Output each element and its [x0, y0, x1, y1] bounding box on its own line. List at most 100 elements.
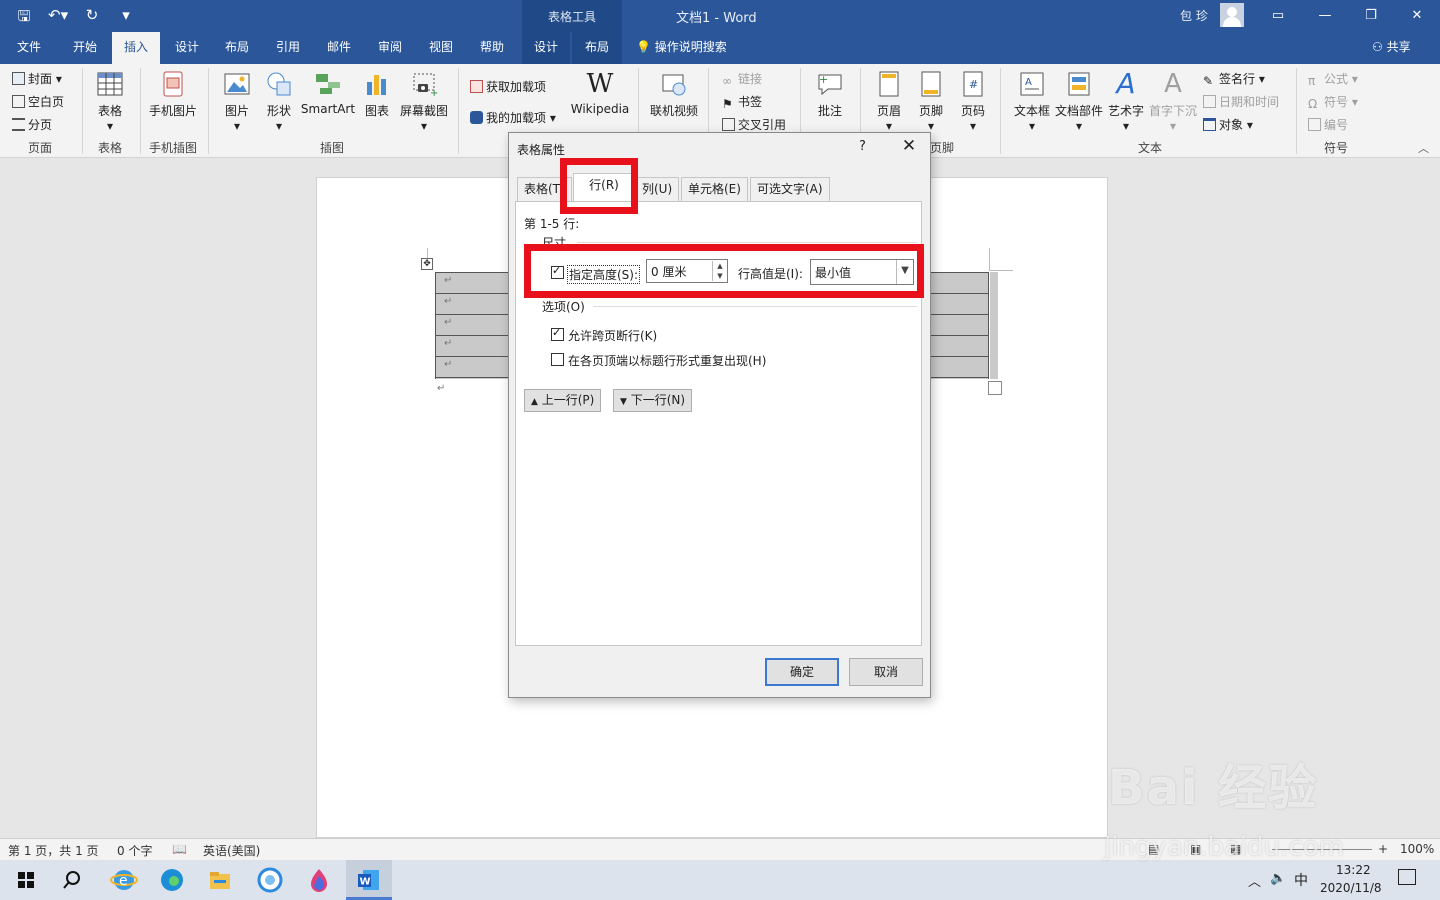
zoom-level[interactable]: 100% [1400, 842, 1434, 856]
share-button[interactable]: ⚇ 共享 [1372, 32, 1411, 62]
tab-insert[interactable]: 插入 [112, 32, 160, 64]
smartart-button[interactable]: SmartArt [300, 70, 356, 116]
object-button[interactable]: 对象 ▾ [1203, 116, 1253, 133]
comment-button[interactable]: + 批注 [810, 70, 850, 119]
number-button[interactable]: 编号 [1308, 116, 1348, 133]
ribbon-tabs: 文件 开始 插入 设计 布局 引用 邮件 审阅 视图 帮助 设计 布局 💡 操作… [0, 32, 1440, 64]
notification-icon[interactable] [1398, 869, 1416, 885]
user-name[interactable]: 包 珍 [1180, 7, 1208, 24]
dialog-help-button[interactable]: ? [859, 139, 866, 154]
header-button[interactable]: 页眉 ▾ [870, 70, 908, 133]
picture-button[interactable]: 图片 ▾ [218, 70, 256, 133]
clock-date[interactable]: 2020/11/8 [1320, 881, 1382, 895]
tab-design[interactable]: 设计 [164, 32, 210, 64]
cancel-button[interactable]: 取消 [849, 658, 923, 686]
footer-icon [921, 71, 941, 97]
table-move-handle[interactable]: ✥ [421, 258, 433, 270]
ok-button[interactable]: 确定 [765, 658, 839, 686]
customize-icon[interactable]: ▾ [116, 6, 136, 31]
table-row: ↵ [436, 336, 512, 357]
language[interactable]: 英语(美国) [203, 842, 260, 859]
repeat-header-label[interactable]: 在各页顶端以标题行形式重复出现(H) [568, 352, 766, 369]
allow-break-label[interactable]: 允许跨页断行(K) [568, 327, 657, 344]
tab-mailings[interactable]: 邮件 [316, 32, 362, 64]
chart-button[interactable]: 图表 [360, 70, 394, 119]
close-window-button[interactable]: ✕ [1402, 4, 1432, 28]
divider [1296, 68, 1297, 154]
tab-table-layout[interactable]: 布局 [572, 32, 622, 64]
my-addins-button[interactable]: 我的加载项 ▾ [470, 109, 556, 126]
bookmark-button[interactable]: ⚑ 书签 [722, 93, 762, 111]
page-break-button[interactable]: 分页 [12, 116, 52, 133]
shapes-button[interactable]: 形状 ▾ [260, 70, 298, 133]
footer-button[interactable]: 页脚 ▾ [912, 70, 950, 133]
search-icon[interactable] [58, 866, 86, 894]
zoom-in-icon[interactable]: + [1378, 842, 1388, 856]
repeat-header-checkbox[interactable] [551, 353, 564, 366]
tab-cell[interactable]: 单元格(E) [681, 177, 748, 201]
page-number-button[interactable]: # 页码 ▾ [954, 70, 992, 133]
collapse-ribbon-icon[interactable]: ︿ [1418, 140, 1429, 156]
edge-icon[interactable] [158, 866, 186, 894]
online-video-button[interactable]: 联机视频 [646, 70, 702, 119]
page-count[interactable]: 第 1 页，共 1 页 [8, 842, 99, 859]
redo-icon[interactable]: ↻ [82, 6, 102, 31]
tab-table-design[interactable]: 设计 [522, 32, 570, 64]
undo-icon[interactable]: ↶▾ [48, 6, 68, 31]
proofing-icon[interactable]: 📖 [172, 842, 187, 856]
ie-icon[interactable]: e [110, 866, 138, 894]
browser-icon[interactable] [256, 866, 284, 894]
drop-cap-label: 首字下沉 [1148, 104, 1197, 118]
tab-home[interactable]: 开始 [62, 32, 108, 64]
date-time-button[interactable]: 日期和时间 [1203, 93, 1279, 110]
save-icon[interactable]: 🖫 [14, 6, 34, 31]
quick-parts-button[interactable]: 文档部件 ▾ [1054, 70, 1104, 133]
wordart-button[interactable]: A 艺术字 ▾ [1106, 70, 1146, 134]
word-icon[interactable]: W [355, 866, 383, 894]
avatar[interactable] [1220, 3, 1244, 27]
equation-button[interactable]: π 公式 ▾ [1308, 70, 1358, 88]
wikipedia-button[interactable]: W Wikipedia [568, 70, 632, 116]
table-resize-handle[interactable] [988, 381, 1002, 395]
minimize-button[interactable]: — [1310, 4, 1340, 28]
drop-cap-button[interactable]: A 首字下沉 ▾ [1148, 70, 1198, 133]
tab-help[interactable]: 帮助 [469, 32, 515, 64]
tab-view[interactable]: 视图 [418, 32, 464, 64]
previous-row-button[interactable]: ▲ 上一行(P) [524, 389, 602, 412]
blank-page-button[interactable]: 空白页 [12, 93, 64, 110]
ribbon-display-button[interactable]: ▭ [1263, 4, 1293, 28]
phone-picture-button[interactable]: 手机图片 [144, 70, 202, 119]
allow-break-checkbox[interactable] [551, 326, 564, 341]
photos-icon[interactable] [305, 866, 333, 894]
textbox-button[interactable]: A 文本框 ▾ [1010, 70, 1054, 133]
file-explorer-icon[interactable] [206, 866, 234, 894]
restore-button[interactable]: ❐ [1356, 4, 1386, 28]
table-selection-left[interactable]: ↵ ↵ ↵ ↵ ↵ [435, 272, 512, 379]
link-button[interactable]: ∞ 链接 [722, 70, 762, 88]
textbox-label: 文本框 [1013, 104, 1050, 118]
cover-page-button[interactable]: 封面 ▾ [12, 70, 62, 87]
screenshot-button[interactable]: + 屏幕截图 ▾ [398, 70, 450, 133]
get-addins-button[interactable]: 获取加载项 [470, 78, 546, 95]
signature-line-button[interactable]: ✎ 签名行 ▾ [1203, 70, 1265, 88]
symbol-button[interactable]: Ω 符号 ▾ [1308, 93, 1358, 111]
tab-layout[interactable]: 布局 [214, 32, 260, 64]
tell-me-search[interactable]: 💡 操作说明搜索 [636, 32, 727, 62]
calendar-icon [1203, 95, 1216, 108]
tab-references[interactable]: 引用 [265, 32, 311, 64]
ime-indicator[interactable]: 中 [1294, 870, 1308, 890]
tab-column[interactable]: 列(U) [635, 177, 680, 201]
cross-reference-button[interactable]: 交叉引用 [722, 116, 786, 133]
table-selection-right[interactable] [931, 272, 989, 379]
clock-time[interactable]: 13:22 [1336, 863, 1371, 877]
tab-review[interactable]: 审阅 [367, 32, 413, 64]
tab-alt-text[interactable]: 可选文字(A) [750, 177, 830, 201]
tray-chevron-icon[interactable]: ︿ [1248, 871, 1261, 890]
dialog-close-button[interactable]: ✕ [899, 136, 919, 156]
next-row-button[interactable]: ▼ 下一行(N) [613, 389, 693, 412]
table-button[interactable]: 表格 ▾ [88, 70, 132, 133]
word-count[interactable]: 0 个字 [117, 842, 152, 859]
tab-file[interactable]: 文件 [8, 32, 50, 64]
windows-start-icon[interactable] [12, 866, 40, 894]
volume-icon[interactable]: 🔈 [1270, 871, 1286, 886]
